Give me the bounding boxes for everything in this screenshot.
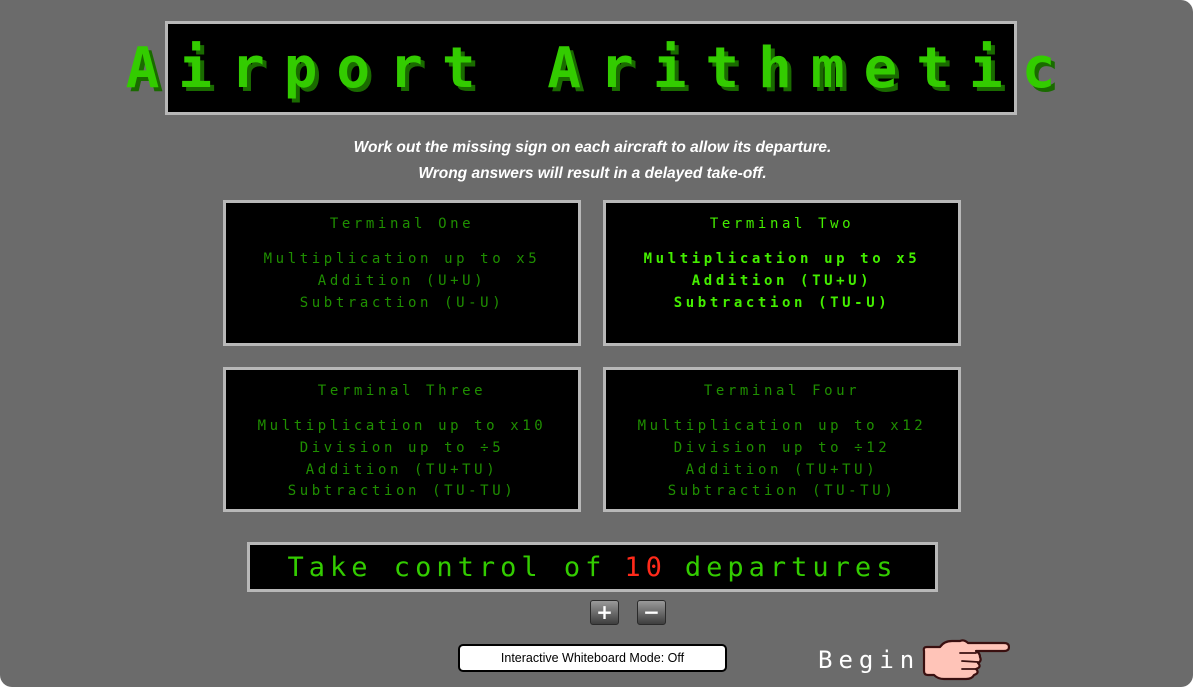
terminal-skill: Addition (TU+TU) [305, 461, 499, 478]
terminal-title: Terminal One [329, 216, 475, 232]
terminal-skill: Division up to ÷5 [299, 439, 505, 456]
instructions-line-1: Work out the missing sign on each aircra… [353, 139, 832, 156]
terminal-skill: Addition (U+U) [317, 272, 487, 289]
terminal-skill: Division up to ÷12 [673, 439, 891, 456]
terminal-one-card[interactable]: Terminal One Multiplication up to x5 Add… [223, 200, 581, 346]
terminal-skill: Multiplication up to x5 [263, 251, 541, 267]
terminal-skill: Subtraction (U-U) [299, 294, 505, 311]
title-board: Airport Arithmetic [126, 21, 1055, 115]
terminal-skill: Multiplication up to x5 [643, 251, 921, 267]
terminal-skill: Addition (TU+TU) [685, 461, 879, 478]
terminal-skill: Addition (TU+U) [691, 272, 873, 289]
terminal-two-card[interactable]: Terminal Two Multiplication up to x5 Add… [603, 200, 961, 346]
instructions-line-2: Wrong answers will result in a delayed t… [418, 165, 767, 182]
terminal-title: Terminal Four [703, 383, 861, 399]
terminal-title: Terminal Three [317, 383, 487, 399]
begin-label: Begin [818, 646, 921, 674]
begin-button[interactable]: Begin [818, 639, 1011, 681]
departures-board: Take control of 10 departures [247, 542, 938, 592]
game-title: Airport Arithmetic [125, 35, 1075, 101]
terminal-four-card[interactable]: Terminal Four Multiplication up to x12 D… [603, 367, 961, 512]
departures-count: 10 [624, 551, 667, 583]
terminal-skill: Subtraction (TU-TU) [667, 483, 897, 500]
decrease-departures-button[interactable]: − [637, 600, 666, 625]
terminal-skill: Subtraction (TU-U) [673, 294, 891, 311]
departures-suffix: departures [684, 551, 898, 583]
departures-prefix: Take control of [287, 551, 607, 583]
instructions: Work out the missing sign on each aircra… [0, 135, 1185, 187]
whiteboard-mode-toggle[interactable]: Interactive Whiteboard Mode: Off [458, 644, 727, 672]
terminal-skill: Multiplication up to x12 [637, 418, 927, 434]
terminal-skill: Multiplication up to x10 [257, 418, 547, 434]
terminal-skill: Subtraction (TU-TU) [287, 483, 517, 500]
game-screen: Airport Arithmetic Work out the missing … [0, 0, 1193, 687]
increase-departures-button[interactable]: + [590, 600, 619, 625]
terminal-three-card[interactable]: Terminal Three Multiplication up to x10 … [223, 367, 581, 512]
pointing-hand-icon [922, 639, 1011, 681]
terminal-title: Terminal Two [709, 216, 855, 232]
